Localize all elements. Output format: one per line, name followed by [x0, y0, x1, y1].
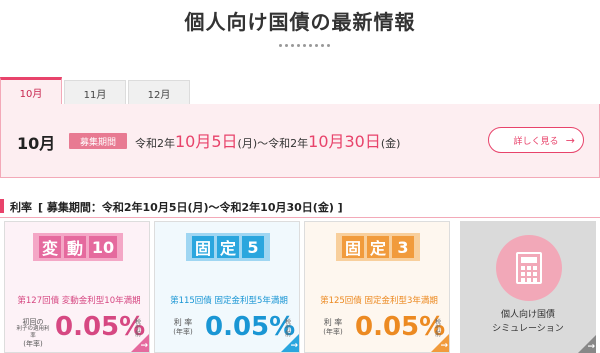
period-era-end: 令和2年: [268, 137, 309, 150]
panel-month: 10月: [17, 134, 56, 153]
bond-card-variable-10[interactable]: 変 動 10 第127回債 変動金利型10年満期 初回の 利子の適用利率 (年率…: [4, 221, 150, 353]
rate-label-line: 利 率: [173, 318, 193, 327]
arrow-right-icon: →: [587, 342, 595, 352]
rate-label-line: (年率): [323, 327, 343, 336]
logo-char: 10: [89, 236, 117, 258]
month-tabs: 10月 11月 12月: [0, 77, 192, 105]
rate-label: 利 率 (年率): [315, 318, 351, 336]
logo-char: 5: [242, 236, 264, 258]
simulation-card[interactable]: 個人向け国債 シミュレーション →: [460, 221, 596, 353]
bond-card-fixed-5[interactable]: 固 定 5 第115回債 固定金利型5年満期 利 率 (年率) 0.05% 税引…: [154, 221, 300, 353]
details-button[interactable]: 詳しく見る →: [488, 127, 584, 153]
bond-card-fixed-3[interactable]: 固 定 3 第125回債 固定金利型3年満期 利 率 (年率) 0.05% 税引…: [304, 221, 450, 353]
bond-logo-fixed-5: 固 定 5: [155, 222, 299, 272]
rate-heading-period: [ 募集期間：令和2年10月5日(月)〜令和2年10月30日(金) ]: [38, 201, 343, 214]
calculator-icon: [496, 235, 562, 301]
simulation-label-line: シミュレーション: [492, 323, 564, 334]
title-divider-dots: [279, 44, 330, 47]
bond-logo-fixed-3: 固 定 3: [305, 222, 449, 272]
offering-period-text: 令和2年 10月5日 (月) 〜 令和2年 10月30日 (金): [135, 128, 400, 152]
logo-char: 定: [217, 236, 239, 258]
rate-label-line: 利子の適用利率: [16, 326, 50, 339]
arrow-right-icon: →: [140, 341, 148, 351]
details-button-label: 詳しく見る: [513, 136, 559, 147]
logo-char: 固: [342, 236, 364, 258]
bond-subtitle: 第125回債 固定金利型3年満期: [320, 296, 438, 306]
rate-heading-title: 利率: [10, 201, 32, 214]
arrow-right-icon: →: [290, 341, 298, 351]
tab-december[interactable]: 12月: [128, 80, 190, 105]
offering-period-badge: 募集期間: [69, 133, 127, 149]
period-start-date: 10月5日: [175, 132, 238, 151]
logo-char: 動: [64, 236, 86, 258]
simulation-label-line: 個人向け国債: [500, 310, 555, 320]
rate-label: 利 率 (年率): [165, 318, 201, 336]
period-end-dow: (金): [380, 137, 401, 150]
arrow-right-icon: →: [565, 134, 575, 147]
logo-char: 変: [39, 236, 61, 258]
simulation-label: 個人向け国債 シミュレーション: [460, 309, 596, 336]
period-start-dow: (月): [237, 137, 258, 150]
offering-period-panel: 10月 募集期間 令和2年 10月5日 (月) 〜 令和2年 10月30日 (金…: [0, 104, 600, 178]
period-tilde: 〜: [257, 137, 269, 150]
bond-subtitle: 第115回債 固定金利型5年満期: [170, 296, 288, 306]
rate-heading-accent: [0, 199, 4, 213]
page: 個人向け国債の最新情報 10月 11月 12月 10月 募集期間 令和2年 10…: [0, 0, 600, 353]
tab-november[interactable]: 11月: [64, 80, 126, 105]
period-end-date: 10月30日: [308, 132, 381, 151]
rate-heading-divider: [0, 217, 600, 218]
tab-october[interactable]: 10月: [0, 77, 62, 105]
bond-subtitle: 第127回債 変動金利型10年満期: [17, 296, 141, 306]
rate-heading: 利率 [ 募集期間：令和2年10月5日(月)〜令和2年10月30日(金) ]: [10, 199, 343, 215]
bond-logo-variable-10: 変 動 10: [5, 222, 149, 272]
period-era-start: 令和2年: [135, 137, 175, 150]
logo-char: 3: [392, 236, 414, 258]
rate-label-line: (年率): [173, 327, 193, 336]
logo-char: 定: [367, 236, 389, 258]
logo-char: 固: [192, 236, 214, 258]
page-title: 個人向け国債の最新情報: [184, 10, 416, 34]
rate-label: 初回の 利子の適用利率 (年率): [15, 318, 51, 348]
arrow-right-icon: →: [440, 341, 448, 351]
rate-label-line: 利 率: [323, 318, 343, 327]
rate-label-line: (年率): [23, 339, 43, 348]
